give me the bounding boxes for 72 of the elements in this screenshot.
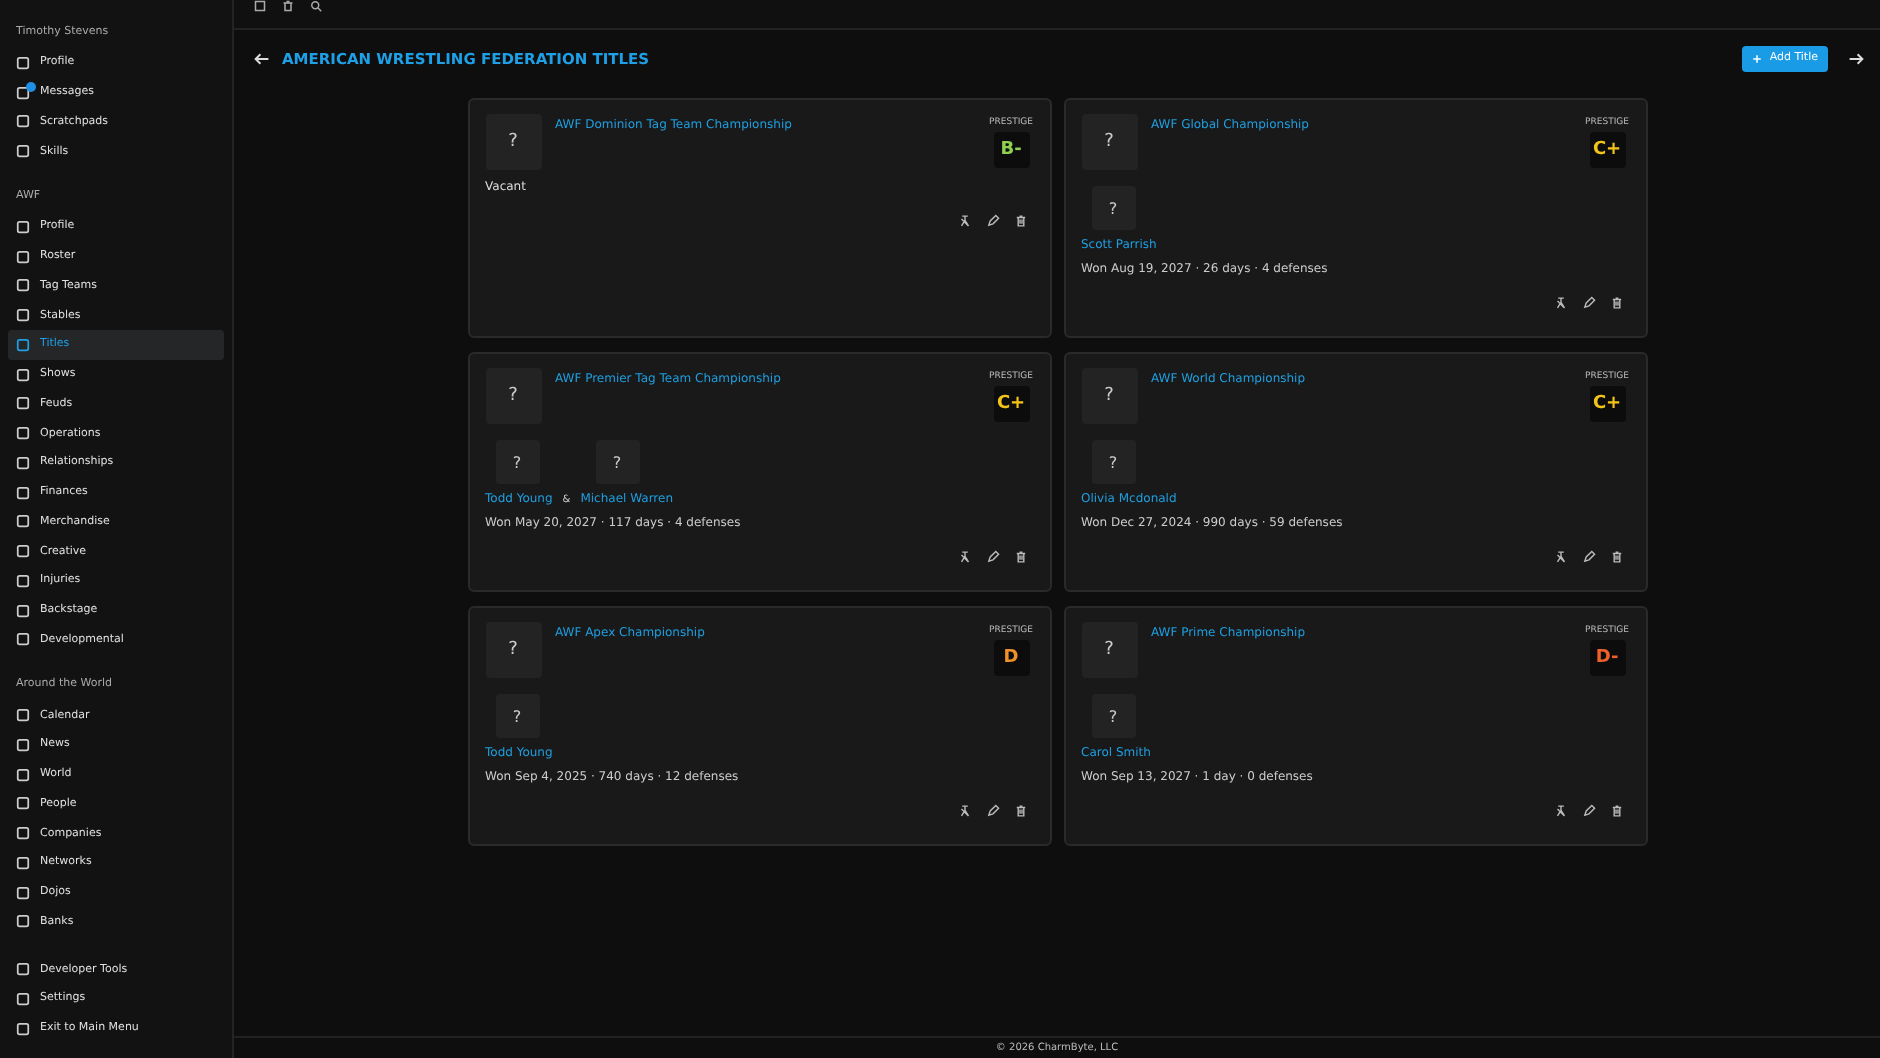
trash-icon[interactable] bbox=[1013, 804, 1027, 818]
square-icon bbox=[16, 485, 30, 500]
trash-icon[interactable] bbox=[282, 0, 294, 12]
square-icon bbox=[16, 55, 30, 70]
square-icon bbox=[16, 396, 30, 411]
square-icon bbox=[16, 962, 30, 977]
pencil-icon[interactable] bbox=[985, 804, 999, 818]
plus-icon bbox=[1751, 53, 1762, 63]
square-icon bbox=[16, 826, 30, 841]
person-icon[interactable] bbox=[1553, 550, 1567, 564]
square-icon bbox=[16, 885, 30, 900]
trash-icon[interactable] bbox=[1609, 550, 1623, 564]
square-icon bbox=[16, 796, 30, 811]
trash-icon[interactable] bbox=[1609, 296, 1623, 310]
search-icon[interactable] bbox=[310, 0, 322, 12]
square-icon bbox=[16, 308, 30, 323]
square-icon bbox=[16, 708, 30, 723]
square-icon bbox=[16, 632, 30, 647]
square-icon bbox=[16, 1021, 30, 1036]
question-mark: ? bbox=[1108, 199, 1118, 217]
square-icon bbox=[16, 114, 30, 129]
square-icon bbox=[16, 144, 30, 159]
person-icon[interactable] bbox=[1553, 296, 1567, 310]
trash-icon[interactable] bbox=[1609, 804, 1623, 818]
square-icon bbox=[16, 737, 30, 752]
prestige-grade: D bbox=[993, 640, 1030, 676]
square-icon bbox=[16, 455, 30, 470]
question-mark: ? bbox=[508, 132, 518, 152]
pencil-icon[interactable] bbox=[1581, 550, 1595, 564]
square-icon bbox=[16, 544, 30, 559]
square-icon bbox=[16, 573, 30, 588]
question-mark: ? bbox=[1108, 453, 1118, 471]
forward-arrow-icon[interactable] bbox=[1848, 51, 1864, 65]
square-icon bbox=[16, 85, 30, 100]
person-icon[interactable] bbox=[1553, 804, 1567, 818]
prestige-grade: C+ bbox=[993, 386, 1030, 422]
question-mark: ? bbox=[612, 453, 622, 471]
question-mark: ? bbox=[1104, 640, 1114, 660]
square-icon bbox=[16, 767, 30, 782]
square-icon bbox=[16, 337, 30, 352]
question-mark: ? bbox=[512, 707, 522, 725]
square-icon[interactable] bbox=[254, 0, 266, 12]
square-icon bbox=[16, 367, 30, 382]
question-mark: ? bbox=[508, 386, 518, 406]
person-icon[interactable] bbox=[957, 550, 971, 564]
question-mark: ? bbox=[1104, 386, 1114, 406]
square-icon bbox=[16, 219, 30, 234]
prestige-grade: C+ bbox=[1589, 132, 1626, 168]
back-arrow-icon[interactable] bbox=[254, 51, 270, 65]
person-icon[interactable] bbox=[957, 804, 971, 818]
square-icon bbox=[16, 249, 30, 264]
trash-icon[interactable] bbox=[1013, 550, 1027, 564]
square-icon bbox=[16, 426, 30, 441]
square-icon bbox=[16, 278, 30, 293]
pencil-icon[interactable] bbox=[985, 214, 999, 228]
prestige-grade: B- bbox=[993, 132, 1030, 168]
square-icon bbox=[16, 514, 30, 529]
question-mark: ? bbox=[1108, 707, 1118, 725]
square-icon bbox=[16, 855, 30, 870]
person-icon[interactable] bbox=[957, 214, 971, 228]
square-icon bbox=[16, 914, 30, 929]
question-mark: ? bbox=[512, 453, 522, 471]
trash-icon[interactable] bbox=[1013, 214, 1027, 228]
square-icon bbox=[16, 991, 30, 1006]
prestige-grade: C+ bbox=[1589, 386, 1626, 422]
question-mark: ? bbox=[508, 640, 518, 660]
square-icon bbox=[16, 603, 30, 618]
question-mark: ? bbox=[1104, 132, 1114, 152]
pencil-icon[interactable] bbox=[1581, 296, 1595, 310]
pencil-icon[interactable] bbox=[1581, 804, 1595, 818]
pencil-icon[interactable] bbox=[985, 550, 999, 564]
prestige-grade: D- bbox=[1589, 640, 1626, 676]
